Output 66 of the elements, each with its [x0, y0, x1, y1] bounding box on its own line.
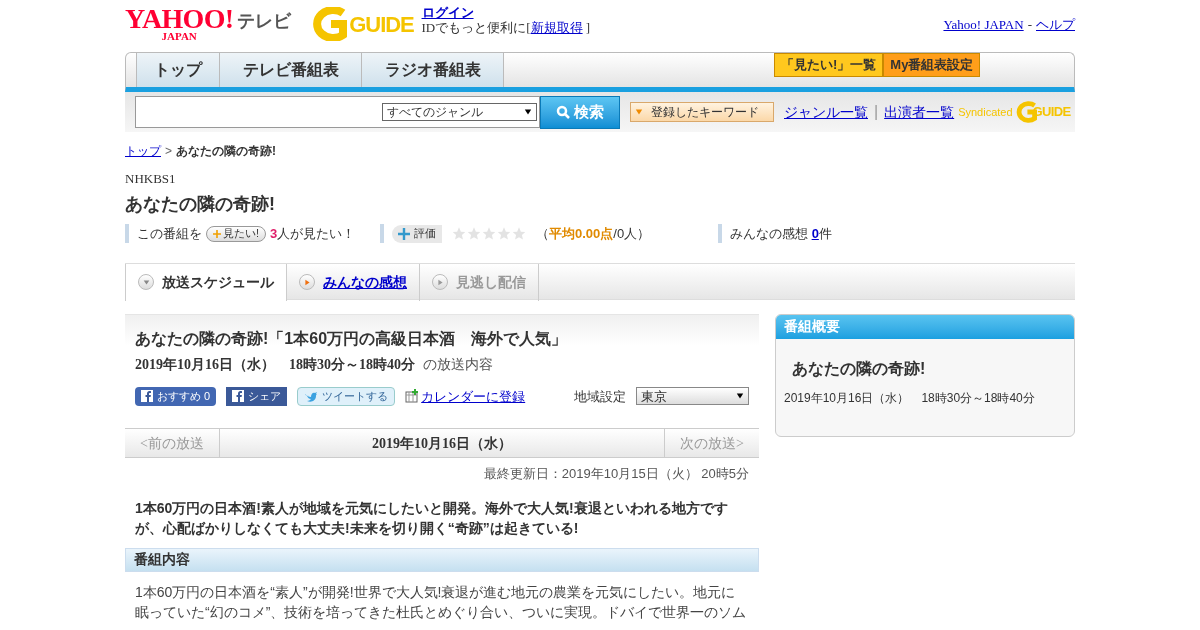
nav-tab[interactable]: テレビ番組表	[220, 53, 362, 87]
nav-tab[interactable]: ラジオ番組表	[362, 53, 504, 87]
region-select[interactable]: 東京	[636, 387, 749, 406]
summary-time: 2019年10月16日（水） 18時30分～18時40分	[783, 389, 1036, 407]
caret-icon	[142, 278, 150, 286]
want-label: この番組を	[137, 224, 202, 243]
summary-title: あなたの隣の奇跡!	[791, 358, 927, 380]
broadcast-suffix: の放送内容	[423, 355, 493, 372]
help-link[interactable]: ヘルプ	[1036, 15, 1075, 35]
caret-icon	[736, 392, 744, 401]
caret-icon	[524, 108, 532, 116]
signup-link[interactable]: 新規取得	[530, 20, 583, 35]
breadcrumb-current: あなたの隣の奇跡!	[176, 143, 276, 160]
last-updated: 最終更新日：2019年10月15日（火） 20時5分	[482, 465, 750, 483]
facebook-icon	[141, 390, 153, 403]
reviews-count-link[interactable]: 0	[811, 225, 819, 241]
login-link[interactable]: ログイン	[421, 5, 591, 20]
rate-button[interactable]: 評価	[392, 224, 442, 243]
reviews-count: みんなの感想 0件	[730, 225, 832, 241]
menu-button[interactable]: 「見たい!」一覧	[774, 53, 884, 77]
summary-heading: 番組概要	[776, 314, 1074, 339]
bird-icon	[304, 390, 319, 402]
nav-tab[interactable]: トップ	[136, 53, 220, 87]
search-icon	[556, 105, 570, 119]
genre-select[interactable]: すべてのジャンル	[382, 103, 537, 121]
calendar-link[interactable]: カレンダーに登録	[405, 386, 526, 406]
broadcast-time: 2019年10月16日（水） 18時30分～18時40分	[135, 356, 415, 372]
caret-icon	[635, 108, 643, 116]
breadcrumb-separator: >	[165, 143, 172, 160]
search-field[interactable]: すべてのジャンル	[135, 96, 540, 128]
guide-logo: GUIDE	[307, 7, 414, 41]
share-button[interactable]: シェア	[226, 386, 288, 406]
cast-list-link[interactable]: 出演者一覧	[884, 101, 955, 123]
content-tab[interactable]: 放送スケジュール	[125, 263, 287, 301]
breadcrumb-link[interactable]: トップ	[125, 142, 161, 160]
syndicated-text: Syndicated	[958, 104, 1013, 120]
tweet-button[interactable]: ツイートする	[297, 386, 396, 406]
plus-icon	[398, 227, 410, 240]
facebook-icon	[232, 390, 245, 403]
play-icon	[436, 278, 444, 286]
want-button[interactable]: 見たい!	[206, 225, 267, 242]
lead-text: 1本60万円の日本酒!素人が地域を元気にしたいと開発。海外で大人気!衰退といわれる地方ですが、心配ばかりしなくても大丈夫!未来を切り開く“奇跡”は起きている!	[134, 498, 729, 538]
genre-list-link[interactable]: ジャンル一覧	[784, 101, 868, 123]
description-text: 1本60万円の日本酒を“素人”が開発!世界で大人気!衰退が進む地元の農業を元気にしたい。地元に	[135, 582, 737, 602]
average-rating: （平均0.00点/0人）	[536, 224, 651, 243]
signup-prompt: IDでもっと便利に[	[421, 20, 531, 35]
play-icon	[303, 278, 311, 286]
calendar-icon	[405, 389, 420, 404]
plus-icon	[213, 229, 221, 238]
separator-text: -	[1027, 16, 1032, 34]
episode-title: あなたの隣の奇跡!「1本60万円の高級日本酒 海外で人気」	[135, 328, 569, 350]
yahoo-logo[interactable]: YAHOO! JAPAN テレビ	[125, 5, 292, 42]
description-text: 眠っていた“幻のコメ”、技術を培ってきた杜氏とめぐり合い、ついに実現。ドバイで世界一のソム	[135, 602, 748, 622]
pager-date: 2019年10月16日（水）	[371, 434, 513, 453]
want-count: 3人が見たい！	[270, 224, 356, 243]
bracket-text: ]	[584, 20, 591, 35]
keyword-button[interactable]: 登録したキーワード	[630, 102, 774, 122]
menu-button[interactable]: My番組表設定	[883, 53, 981, 77]
like-button[interactable]: おすすめ 0	[135, 386, 217, 406]
separator-text: |	[874, 102, 879, 122]
content-tab[interactable]: みんなの感想	[287, 263, 420, 301]
yahoo-japan-link[interactable]: Yahoo! JAPAN	[943, 15, 1024, 35]
program-title: あなたの隣の奇跡!	[125, 192, 276, 216]
region-label: 地域設定	[574, 387, 626, 406]
channel-name: NHKBS1	[125, 170, 177, 188]
section-heading: 番組内容	[125, 547, 759, 572]
